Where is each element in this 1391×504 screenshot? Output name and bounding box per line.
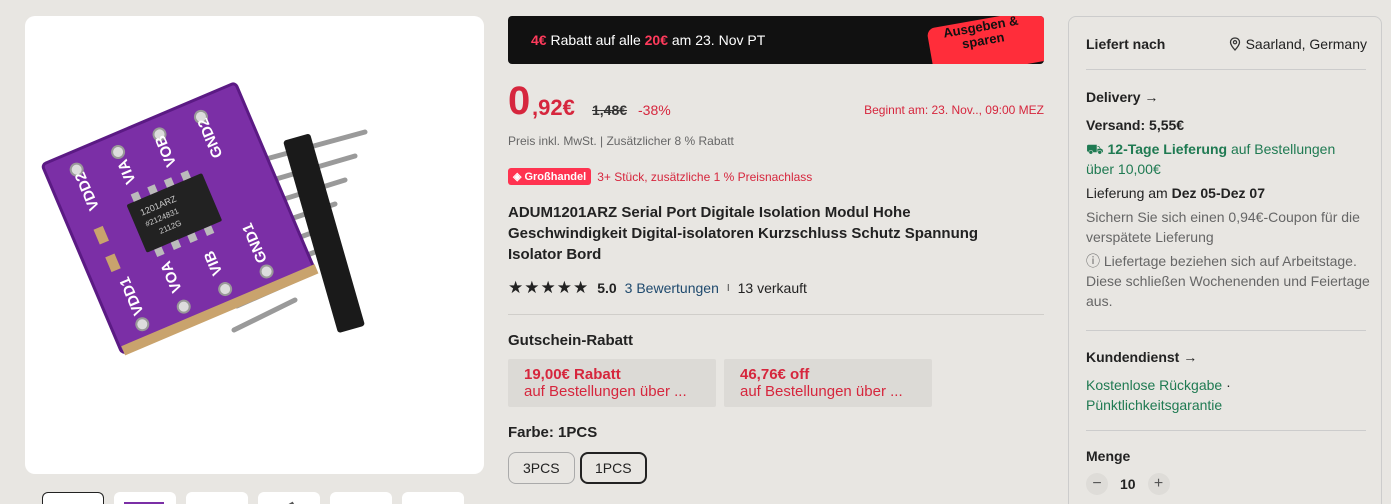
help-icon: ⓘ bbox=[1086, 253, 1100, 269]
separator: I bbox=[726, 282, 730, 294]
quantity-stepper: − 10 + bbox=[1086, 473, 1170, 495]
truck-icon: ⛟ bbox=[1086, 141, 1104, 157]
coupon-2[interactable]: 46,76€ off auf Bestellungen über ... bbox=[724, 359, 932, 407]
coupon-condition: auf Bestellungen über ... bbox=[740, 383, 903, 400]
service-items: Kostenlose Rückgabe · Pünktlichkeitsgara… bbox=[1086, 377, 1231, 413]
fast-delivery: ⛟ 12-Tage Lieferung auf Bestellungen übe… bbox=[1086, 141, 1336, 177]
purchase-panel: Liefert nach Saarland, Germany Delivery … bbox=[1068, 16, 1382, 504]
tag-icon: ◈ bbox=[513, 171, 522, 183]
decrease-button[interactable]: − bbox=[1086, 473, 1108, 495]
late-coupon-note: Sichern Sie sich einen 0,94€-Coupon für … bbox=[1086, 209, 1360, 245]
ship-to-label: Liefert nach bbox=[1086, 36, 1166, 52]
arrow-right-icon: → bbox=[1183, 349, 1198, 365]
coupon-condition: auf Bestellungen über ... bbox=[524, 383, 687, 400]
price-row: 0 ,92€ 1,48€ -38% Beginnt am: 23. Nov..,… bbox=[508, 79, 1044, 123]
sale-start-time: Beginnt am: 23. Nov.., 09:00 MEZ bbox=[864, 103, 1044, 117]
service-heading[interactable]: Kundendienst → bbox=[1086, 349, 1197, 365]
delivery-date: Lieferung am Dez 05-Dez 07 bbox=[1086, 185, 1265, 201]
punctuality-link[interactable]: Pünktlichkeitsgarantie bbox=[1086, 397, 1222, 413]
bulk-text: 3+ Stück, zusätzliche 1 % Preisnachlass bbox=[597, 169, 813, 184]
price-discount: -38% bbox=[638, 102, 671, 118]
coupon-section-label: Gutschein-Rabatt bbox=[508, 332, 634, 349]
price-decimal: ,92€ bbox=[532, 95, 575, 120]
divider bbox=[1086, 69, 1366, 70]
thumbnail-6[interactable] bbox=[402, 492, 464, 504]
quantity-value[interactable]: 10 bbox=[1120, 476, 1136, 492]
product-main-image[interactable]: 1201ARZ #2124831 2112G VDD2 VIA VOB GND2… bbox=[25, 16, 484, 474]
color-label: Farbe: 1PCS bbox=[508, 424, 598, 441]
promo-text: 4€ Rabatt auf alle 20€ am 23. Nov PT bbox=[531, 32, 766, 48]
color-option-1pcs[interactable]: 1PCS bbox=[580, 452, 647, 484]
thumbnail-1[interactable] bbox=[42, 492, 104, 504]
thumbnail-4[interactable] bbox=[258, 492, 320, 504]
increase-button[interactable]: + bbox=[1147, 473, 1170, 495]
rating-value: 5.0 bbox=[597, 280, 617, 296]
thumbnail-5[interactable]: × bbox=[330, 492, 392, 504]
location-pin-icon bbox=[1229, 37, 1240, 51]
bulk-offer: ◈ Großhandel 3+ Stück, zusätzliche 1 % P… bbox=[508, 168, 812, 185]
free-returns-link[interactable]: Kostenlose Rückgabe bbox=[1086, 377, 1222, 393]
promo-banner[interactable]: 4€ Rabatt auf alle 20€ am 23. Nov PT Aus… bbox=[508, 16, 1044, 64]
delivery-heading[interactable]: Delivery → bbox=[1086, 89, 1158, 105]
color-option-3pcs[interactable]: 3PCS bbox=[508, 452, 575, 484]
bulk-badge: ◈ Großhandel bbox=[508, 168, 592, 185]
coupon-amount: 46,76€ off bbox=[740, 366, 810, 383]
reviews-link[interactable]: 3 Bewertungen bbox=[625, 280, 719, 296]
thumbnail-strip: × bbox=[42, 492, 464, 504]
promo-tag-hole-icon bbox=[923, 42, 929, 48]
workday-note: ⓘ Liefertage beziehen sich auf Arbeitsta… bbox=[1086, 253, 1370, 309]
arrow-right-icon: → bbox=[1144, 89, 1159, 105]
coupon-amount: 19,00€ Rabatt bbox=[524, 366, 621, 383]
divider bbox=[1086, 430, 1366, 431]
product-title: ADUM1201ARZ Serial Port Digitale Isolati… bbox=[508, 204, 979, 263]
thumbnail-3[interactable] bbox=[186, 492, 248, 504]
pcb-board: 1201ARZ #2124831 2112G VDD2 VIA VOB GND2… bbox=[41, 82, 319, 356]
product-photo: 1201ARZ #2124831 2112G VDD2 VIA VOB GND2… bbox=[41, 82, 368, 356]
ship-location[interactable]: Saarland, Germany bbox=[1229, 36, 1367, 52]
sold-count: 13 verkauft bbox=[737, 280, 807, 296]
coupon-1[interactable]: 19,00€ Rabatt auf Bestellungen über ... bbox=[508, 359, 716, 407]
quantity-heading: Menge bbox=[1086, 448, 1131, 464]
star-rating-icon: ★★★★★ bbox=[508, 278, 590, 297]
divider bbox=[1086, 330, 1366, 331]
price-integer: 0 bbox=[508, 79, 531, 123]
price-original: 1,48€ bbox=[592, 102, 628, 118]
thumbnail-2[interactable] bbox=[114, 492, 176, 504]
shipping-cost: Versand: 5,55€ bbox=[1086, 117, 1185, 133]
tax-note: Preis inkl. MwSt. | Zusätzlicher 8 % Rab… bbox=[508, 134, 734, 148]
divider bbox=[508, 314, 1044, 315]
rating-row: ★★★★★ 5.0 3 Bewertungen I 13 verkauft bbox=[508, 278, 807, 298]
